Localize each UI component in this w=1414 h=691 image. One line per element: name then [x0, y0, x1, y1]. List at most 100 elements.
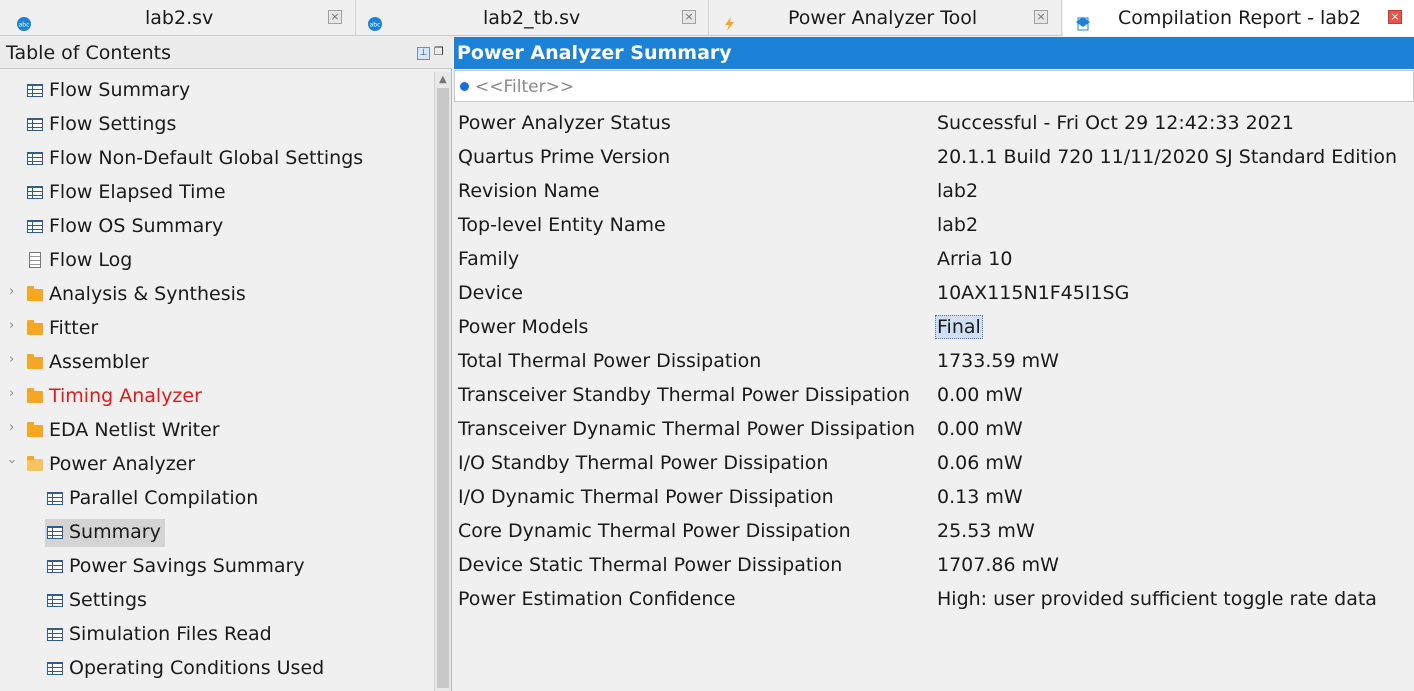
table-icon: [47, 492, 63, 505]
table-row[interactable]: Revision Name lab2: [454, 175, 1414, 209]
table-icon: [27, 220, 43, 233]
row-value: lab2: [937, 180, 979, 202]
tab-lab2-sv[interactable]: abc lab2.sv ×: [0, 0, 356, 36]
toc-scrollbar[interactable]: ▲: [434, 72, 451, 691]
toc-item-assembler[interactable]: › Assembler: [0, 346, 434, 380]
table-row[interactable]: Total Thermal Power Dissipation 1733.59 …: [454, 345, 1414, 379]
row-value: 0.00 mW: [937, 384, 1023, 406]
toc-item-label: Settings: [69, 589, 147, 611]
row-value: Arria 10: [937, 248, 1013, 270]
toc-item-analysis-synthesis[interactable]: › Analysis & Synthesis: [0, 278, 434, 312]
table-row[interactable]: Core Dynamic Thermal Power Dissipation 2…: [454, 515, 1414, 549]
toc-item-flow-os-summary[interactable]: Flow OS Summary: [0, 210, 434, 244]
tab-lab2-tb-sv[interactable]: abc lab2_tb.sv ×: [357, 0, 709, 36]
table-row[interactable]: Power Models Final: [454, 311, 1414, 345]
chevron-right-icon[interactable]: ›: [9, 318, 14, 333]
toc-item-simulation-files-read[interactable]: Simulation Files Read: [0, 618, 434, 652]
float-window-icon[interactable]: ❐: [434, 46, 446, 58]
tab-close-button[interactable]: ×: [328, 10, 342, 24]
toc-item-power-analyzer[interactable]: › Power Analyzer: [0, 448, 434, 482]
pin-icon[interactable]: ⊥: [417, 47, 430, 60]
chevron-right-icon[interactable]: ›: [9, 284, 14, 299]
row-key: I/O Standby Thermal Power Dissipation: [458, 452, 829, 474]
toc-item-timing-analyzer[interactable]: › Timing Analyzer: [0, 380, 434, 414]
table-row[interactable]: Family Arria 10: [454, 243, 1414, 277]
folder-open-icon: [27, 456, 43, 471]
chevron-right-icon[interactable]: ›: [9, 386, 14, 401]
row-key: Core Dynamic Thermal Power Dissipation: [458, 520, 851, 542]
row-value: High: user provided sufficient toggle ra…: [937, 588, 1377, 610]
tab-bar: abc lab2.sv × abc lab2_tb.sv × Power Ana…: [0, 0, 1414, 36]
toc-item-fitter[interactable]: › Fitter: [0, 312, 434, 346]
toc-item-label: Flow OS Summary: [49, 215, 224, 237]
row-key: Device: [458, 282, 523, 304]
toc-item-flow-log[interactable]: Flow Log: [0, 244, 434, 278]
row-value: 20.1.1 Build 720 11/11/2020 SJ Standard …: [937, 146, 1397, 168]
svg-text:abc: abc: [370, 22, 381, 29]
toc-tree: Flow Summary Flow Settings Flow Non-Defa…: [0, 72, 434, 691]
table-icon: [27, 84, 43, 97]
row-value: 1733.59 mW: [937, 350, 1059, 372]
folder-icon: [27, 354, 43, 369]
table-row[interactable]: Transceiver Standby Thermal Power Dissip…: [454, 379, 1414, 413]
scroll-up-arrow-icon[interactable]: ▲: [439, 74, 447, 85]
toc-item-operating-conditions-used[interactable]: Operating Conditions Used: [0, 652, 434, 686]
toc-item-settings[interactable]: Settings: [0, 584, 434, 618]
filter-input[interactable]: [475, 75, 1375, 99]
toc-item-label: Fitter: [49, 317, 99, 339]
tab-label: lab2_tb.sv: [483, 7, 581, 29]
table-row[interactable]: Device 10AX115N1F45I1SG: [454, 277, 1414, 311]
row-key: Total Thermal Power Dissipation: [458, 350, 762, 372]
tab-power-analyzer-tool[interactable]: Power Analyzer Tool ×: [710, 0, 1062, 36]
scrollbar-thumb[interactable]: [437, 88, 449, 688]
document-icon: [29, 252, 41, 268]
toc-item-label: Parallel Compilation: [69, 487, 259, 509]
folder-icon: [27, 388, 43, 403]
row-key: Power Estimation Confidence: [458, 588, 736, 610]
table-icon: [47, 560, 63, 573]
table-row[interactable]: Power Analyzer Status Successful - Fri O…: [454, 107, 1414, 141]
toc-item-label: Power Savings Summary: [69, 555, 305, 577]
row-key: Revision Name: [458, 180, 600, 202]
report-icon: [1075, 8, 1091, 31]
tab-close-button[interactable]: ×: [1388, 10, 1402, 24]
toc-item-eda-netlist-writer[interactable]: › EDA Netlist Writer: [0, 414, 434, 448]
table-icon: [47, 628, 63, 641]
table-row[interactable]: Power Estimation Confidence High: user p…: [454, 583, 1414, 617]
row-value: 1707.86 mW: [937, 554, 1059, 576]
toc-item-label: Flow Settings: [49, 113, 177, 135]
toc-item-label: Flow Log: [49, 249, 133, 271]
tab-compilation-report[interactable]: Compilation Report - lab2 ×: [1063, 0, 1414, 36]
table-row[interactable]: I/O Dynamic Thermal Power Dissipation 0.…: [454, 481, 1414, 515]
row-key: Transceiver Standby Thermal Power Dissip…: [458, 384, 910, 406]
toc-item-parallel-compilation[interactable]: Parallel Compilation: [0, 482, 434, 516]
row-key: Quartus Prime Version: [458, 146, 671, 168]
tab-close-button[interactable]: ×: [682, 10, 696, 24]
toc-item-flow-elapsed-time[interactable]: Flow Elapsed Time: [0, 176, 434, 210]
table-row[interactable]: Quartus Prime Version 20.1.1 Build 720 1…: [454, 141, 1414, 175]
search-icon: [460, 82, 469, 91]
toc-item-flow-settings[interactable]: Flow Settings: [0, 108, 434, 142]
row-value-selected[interactable]: Final: [935, 315, 983, 339]
sv-file-icon: abc: [16, 8, 32, 31]
folder-icon: [27, 320, 43, 335]
toc-item-label: Analysis & Synthesis: [49, 283, 246, 305]
chevron-right-icon[interactable]: ›: [9, 420, 14, 435]
row-key: Top-level Entity Name: [458, 214, 666, 236]
row-value: 10AX115N1F45I1SG: [937, 282, 1130, 304]
tab-label: Compilation Report - lab2: [1118, 7, 1362, 29]
toc-item-power-savings-summary[interactable]: Power Savings Summary: [0, 550, 434, 584]
table-row[interactable]: Top-level Entity Name lab2: [454, 209, 1414, 243]
chevron-right-icon[interactable]: ›: [9, 352, 14, 367]
toc-item-flow-summary[interactable]: Flow Summary: [0, 74, 434, 108]
table-row[interactable]: Device Static Thermal Power Dissipation …: [454, 549, 1414, 583]
chevron-down-icon[interactable]: ›: [4, 459, 19, 464]
toc-item-summary[interactable]: Summary: [0, 516, 434, 550]
summary-panel: Power Analyzer Summary Power Analyzer St…: [454, 37, 1414, 691]
table-row[interactable]: I/O Standby Thermal Power Dissipation 0.…: [454, 447, 1414, 481]
toc-item-flow-non-default-global-settings[interactable]: Flow Non-Default Global Settings: [0, 142, 434, 176]
tab-label: lab2.sv: [145, 7, 214, 29]
table-row[interactable]: Transceiver Dynamic Thermal Power Dissip…: [454, 413, 1414, 447]
tab-close-button[interactable]: ×: [1034, 10, 1048, 24]
row-key: I/O Dynamic Thermal Power Dissipation: [458, 486, 834, 508]
